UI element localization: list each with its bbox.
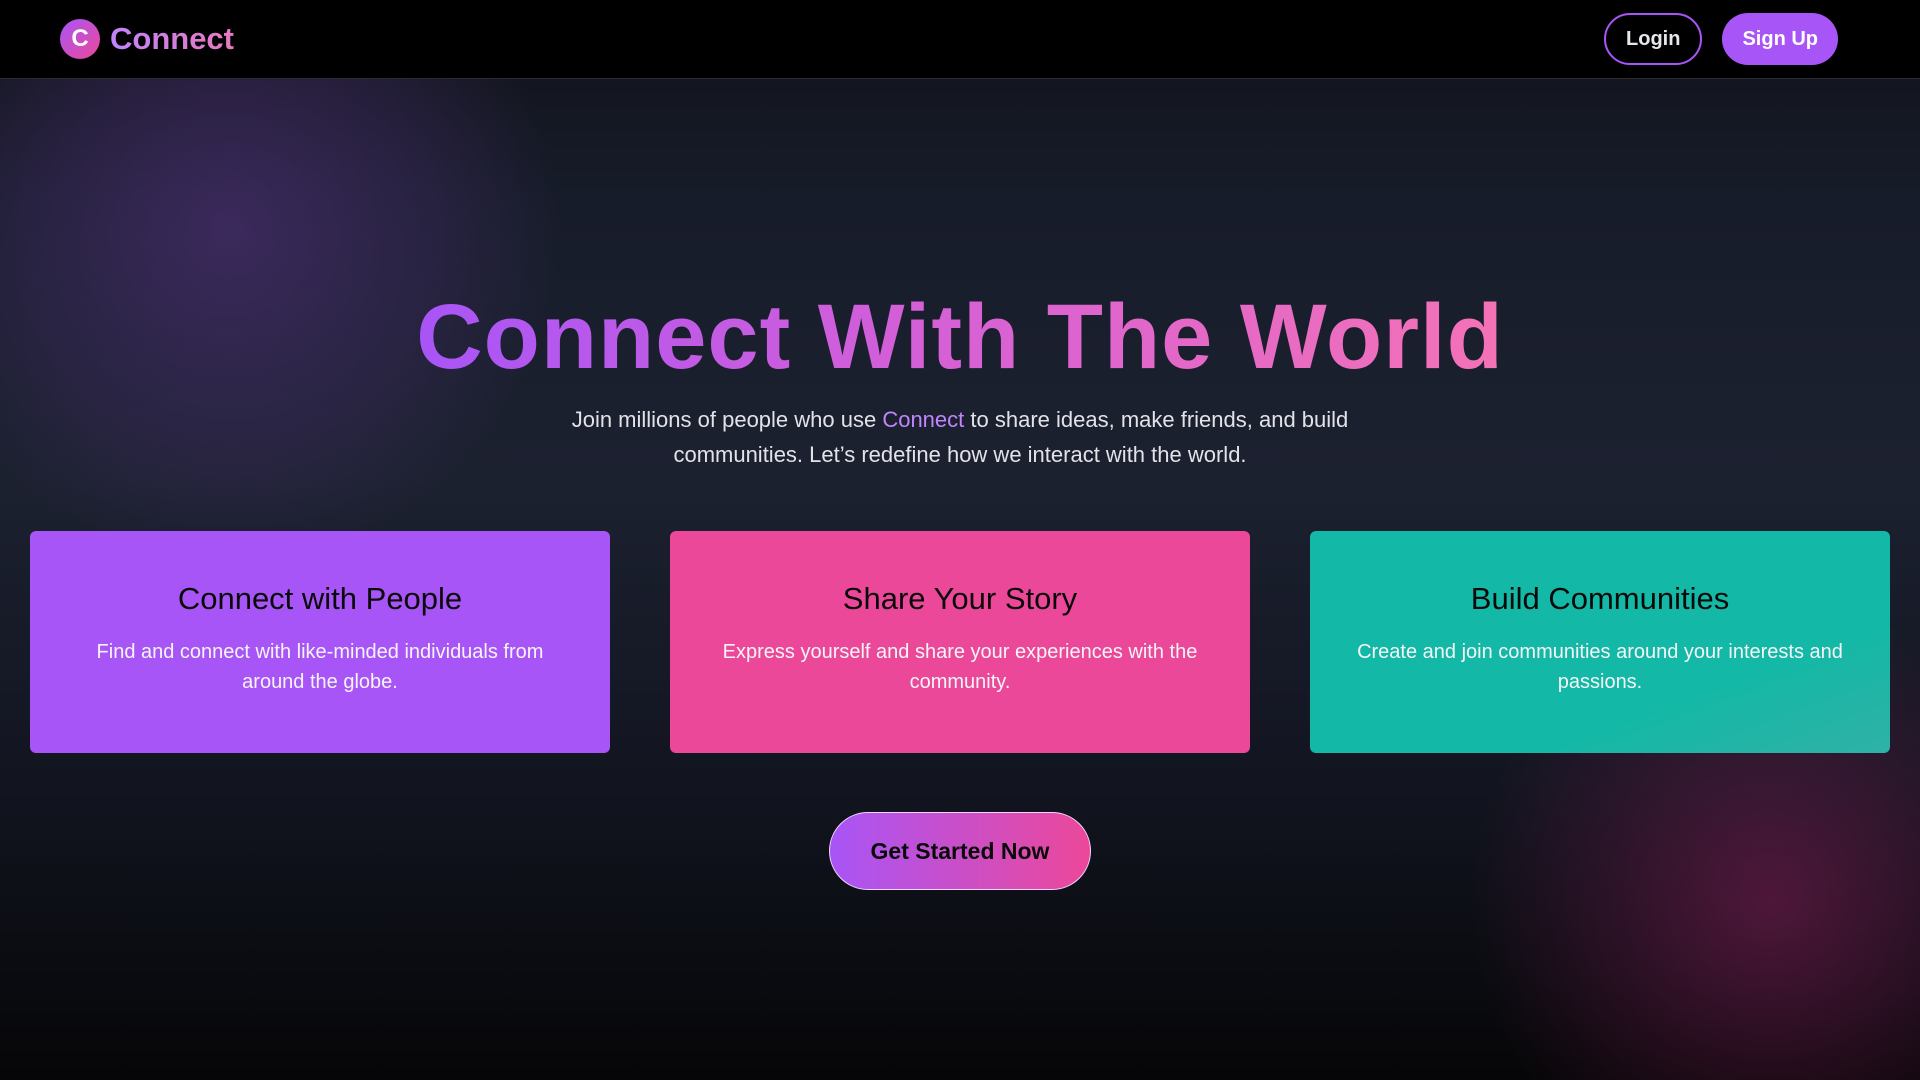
signup-button[interactable]: Sign Up [1722, 13, 1838, 65]
feature-card-description: Create and join communities around your … [1357, 641, 1843, 693]
get-started-button[interactable]: Get Started Now [829, 812, 1091, 890]
feature-card-connect: Connect with People Find and connect wit… [30, 531, 610, 753]
brand-name: Connect [110, 21, 234, 56]
login-button[interactable]: Login [1604, 13, 1703, 65]
hero-title-text: Connect With The World [416, 286, 1504, 388]
feature-card-title: Connect with People [177, 581, 463, 616]
feature-card-communities: Build Communities Create and join commun… [1310, 531, 1890, 753]
landing-page: C Connect Login Sign Up Connect With The… [0, 0, 1920, 1080]
hero-subtitle: Join millions of people who use Connect … [560, 402, 1360, 472]
top-nav: C Connect Login Sign Up [0, 0, 1920, 79]
feature-card-description: Find and connect with like-minded indivi… [96, 641, 544, 693]
hero-subtitle-start: Join millions of people who use [571, 407, 883, 432]
brand[interactable]: C Connect [60, 19, 234, 59]
nav-actions: Login Sign Up [1604, 13, 1860, 65]
logo-icon: C [60, 19, 100, 59]
feature-card-title: Share Your Story [842, 581, 1078, 616]
feature-card-description: Express yourself and share your experien… [722, 641, 1198, 693]
hero-title: Connect With The World [0, 282, 1920, 392]
feature-card-title: Build Communities [1470, 581, 1730, 616]
feature-card-share: Share Your Story Express yourself and sh… [670, 531, 1250, 753]
hero-subtitle-brand: Connect [882, 407, 965, 432]
